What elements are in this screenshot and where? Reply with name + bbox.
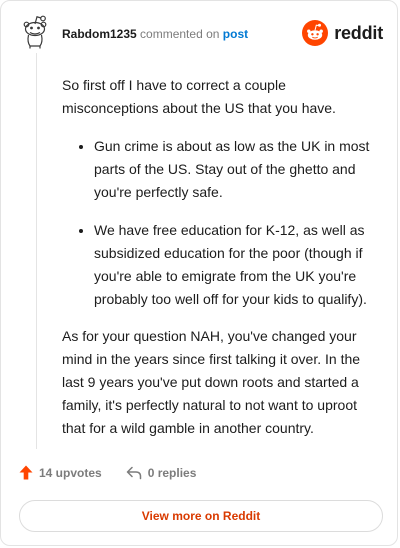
comment-bullet-list: Gun crime is about as low as the UK in m… [62, 135, 374, 311]
username-link[interactable]: Rabdom1235 [62, 27, 137, 41]
comment-footer: 14 upvotes 0 replies [19, 465, 196, 480]
action-text: commented on [140, 27, 220, 41]
upvote-button[interactable]: 14 upvotes [19, 465, 102, 480]
comment-closing: As for your question NAH, you've changed… [62, 328, 361, 436]
reply-arrow-icon [126, 466, 141, 479]
avatar[interactable] [21, 15, 49, 49]
comment-body: So first off I have to correct a couple … [62, 74, 374, 440]
list-item: Gun crime is about as low as the UK in m… [94, 135, 374, 204]
thread-line [36, 53, 37, 449]
post-link[interactable]: post [223, 27, 248, 41]
upvote-count: 14 upvotes [39, 465, 102, 480]
comment-intro: So first off I have to correct a couple … [62, 77, 336, 116]
reddit-wordmark: reddit [334, 22, 383, 43]
comment-header: Rabdom1235 commented on post [62, 26, 248, 42]
upvote-arrow-icon [19, 465, 33, 480]
reddit-logo-icon [302, 20, 329, 46]
reddit-brand[interactable]: reddit [302, 20, 383, 46]
list-item: We have free education for K-12, as well… [94, 219, 374, 311]
comment-card: Rabdom1235 commented on post reddit So f… [0, 0, 398, 546]
replies-button[interactable]: 0 replies [126, 465, 197, 480]
view-more-button[interactable]: View more on Reddit [19, 500, 383, 532]
reply-count: 0 replies [147, 465, 197, 480]
